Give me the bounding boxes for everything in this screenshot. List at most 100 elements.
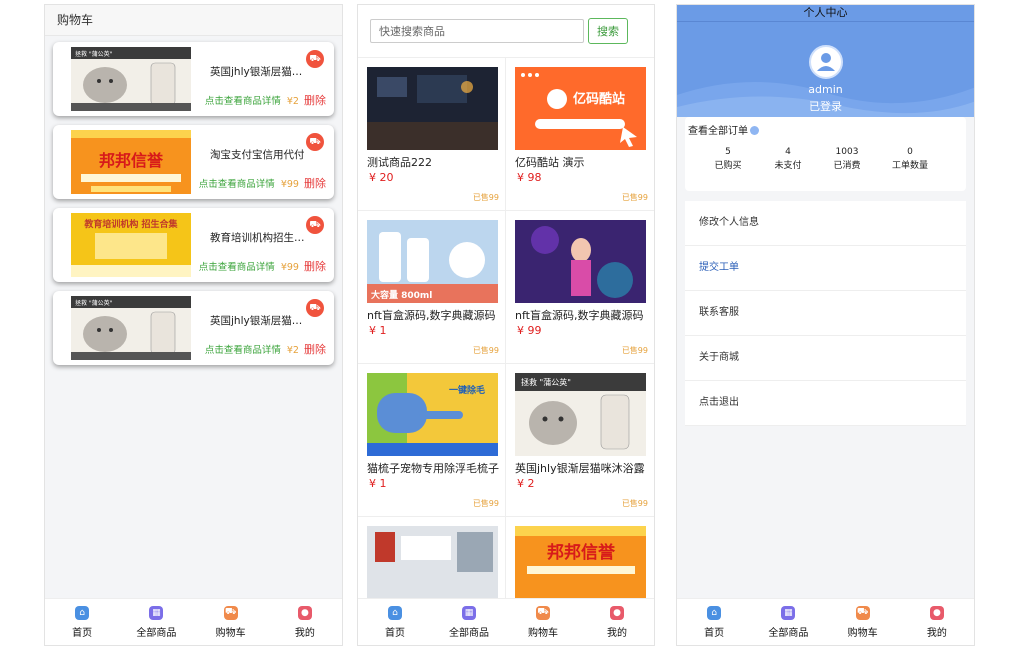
cart-item-image: 拯救 "蒲公英" xyxy=(71,296,191,360)
delete-button[interactable]: 删除 xyxy=(304,260,326,273)
image-text: 邦邦信誉 xyxy=(547,542,616,563)
product-card[interactable]: 拯救 "蒲公英" 英国jhly银渐层猫咪沐浴露 ¥ 2 已售99 xyxy=(506,364,654,517)
tab-products[interactable]: ▦ 全部商品 xyxy=(432,599,506,645)
view-all-orders-link[interactable]: 查看全部订单 xyxy=(688,122,759,137)
products-icon: ▦ xyxy=(462,605,476,620)
tab-label: 购物车 xyxy=(847,627,878,639)
username: admin xyxy=(808,83,843,96)
tab-label: 购物车 xyxy=(528,627,558,639)
profile-header: 个人中心 admin 已登录 xyxy=(677,5,974,117)
cart-item-price: ¥99 xyxy=(280,179,299,190)
menu-logout[interactable]: 点击退出 xyxy=(685,381,966,426)
delete-button[interactable]: 删除 xyxy=(304,177,326,190)
product-price: ¥ 1 xyxy=(369,477,387,490)
product-image: 大容量 800ml xyxy=(367,220,498,303)
product-card[interactable]: nft盲盒源码,数字典藏源码 ¥ 99 已售99 xyxy=(506,211,654,364)
cart-item[interactable]: 邦邦信誉 淘宝支付宝信用代付 ⛟ 点击查看商品详情 ¥99 删除 xyxy=(53,125,334,199)
stat-spent[interactable]: 1003 已消费 xyxy=(822,145,872,173)
tab-label: 全部商品 xyxy=(136,627,177,639)
user-icon: ● xyxy=(610,605,624,620)
tab-cart[interactable]: ⛟ 购物车 xyxy=(506,599,580,645)
search-button[interactable]: 搜索 xyxy=(588,18,628,44)
image-text: 拯救 "蒲公英" xyxy=(75,50,113,58)
tab-mine[interactable]: ● 我的 xyxy=(580,599,654,645)
product-grid: 测试商品222 ¥ 20 已售99 亿码酷站 亿码酷站 演示 ¥ 98 已售99 xyxy=(358,58,654,645)
stat-value: 0 xyxy=(907,147,913,157)
tab-mine[interactable]: ● 我的 xyxy=(268,599,342,645)
cart-icon[interactable]: ⛟ xyxy=(306,216,324,234)
product-price: ¥ 99 xyxy=(517,324,542,337)
product-card[interactable]: 大容量 800ml nft盲盒源码,数字典藏源码 ¥ 1 已售99 xyxy=(358,211,506,364)
cart-item-name: 淘宝支付宝信用代付 xyxy=(210,149,305,161)
tab-label: 首页 xyxy=(72,627,93,639)
image-text: 拯救 "蒲公英" xyxy=(521,377,571,387)
menu-edit-profile[interactable]: 修改个人信息 xyxy=(685,201,966,246)
cart-item-name: 英国jhly银渐层猫咪沐浴露 xyxy=(210,66,306,78)
cart-icon[interactable]: ⛟ xyxy=(306,299,324,317)
cart-item[interactable]: 教育培训机构 招生合集 教育培训机构招生合集 ⛟ 点击查看商品详情 ¥99 删除 xyxy=(53,208,334,282)
cart-item-price: ¥2 xyxy=(286,96,299,107)
tab-home[interactable]: ⌂ 首页 xyxy=(358,599,432,645)
menu-submit-ticket[interactable]: 提交工单 xyxy=(685,246,966,291)
view-detail-link[interactable]: 点击查看商品详情 xyxy=(199,179,275,190)
sold-count: 已售99 xyxy=(472,346,499,355)
cart-icon: ⛟ xyxy=(855,605,870,620)
tab-home[interactable]: ⌂ 首页 xyxy=(45,599,119,645)
product-name: 测试商品222 xyxy=(367,156,432,169)
sold-count: 已售99 xyxy=(472,193,499,202)
cart-icon[interactable]: ⛟ xyxy=(306,133,324,151)
tab-bar: ⌂ 首页 ▦ 全部商品 ⛟ 购物车 ● 我的 xyxy=(677,598,974,645)
cart-icon: ⛟ xyxy=(223,605,238,620)
product-card[interactable]: 一键除毛 猫梳子宠物专用除浮毛梳子 ¥ 1 已售99 xyxy=(358,364,506,517)
login-status: 已登录 xyxy=(809,100,842,113)
cart-item-price: ¥99 xyxy=(280,262,299,273)
cart-item[interactable]: 拯救 "蒲公英" 英国jhly银渐层猫咪沐浴露 ⛟ 点击查看商品详情 ¥2 删除 xyxy=(53,42,334,116)
avatar[interactable] xyxy=(809,45,843,79)
product-price: ¥ 98 xyxy=(517,171,542,184)
sold-count: 已售99 xyxy=(472,499,499,508)
menu-about[interactable]: 关于商城 xyxy=(685,336,966,381)
tab-cart[interactable]: ⛟ 购物车 xyxy=(826,599,900,645)
stat-value: 5 xyxy=(725,147,731,157)
tab-home[interactable]: ⌂ 首页 xyxy=(677,599,751,645)
tab-products[interactable]: ▦ 全部商品 xyxy=(751,599,825,645)
home-icon: ⌂ xyxy=(707,605,722,620)
search-bar: 搜索 xyxy=(358,5,654,58)
cart-list: 拯救 "蒲公英" 英国jhly银渐层猫咪沐浴露 ⛟ 点击查看商品详情 ¥2 删除… xyxy=(45,36,342,380)
product-card[interactable]: 亿码酷站 亿码酷站 演示 ¥ 98 已售99 xyxy=(506,58,654,211)
cart-icon[interactable]: ⛟ xyxy=(306,50,324,68)
stat-unpaid[interactable]: 4 未支付 xyxy=(763,145,813,173)
stat-tickets[interactable]: 0 工单数量 xyxy=(885,145,935,173)
view-detail-link[interactable]: 点击查看商品详情 xyxy=(205,96,281,107)
product-image: 拯救 "蒲公英" xyxy=(515,373,646,456)
delete-button[interactable]: 删除 xyxy=(304,343,326,356)
orders-link-label: 查看全部订单 xyxy=(688,126,748,137)
cart-item-image: 邦邦信誉 xyxy=(71,130,191,194)
tab-products[interactable]: ▦ 全部商品 xyxy=(119,599,193,645)
image-text: 邦邦信誉 xyxy=(99,151,164,170)
tab-mine[interactable]: ● 我的 xyxy=(900,599,974,645)
search-input[interactable] xyxy=(370,19,584,43)
cart-item[interactable]: 拯救 "蒲公英" 英国jhly银渐层猫咪沐浴露 ⛟ 点击查看商品详情 ¥2 删除 xyxy=(53,291,334,365)
tab-bar: ⌂ 首页 ▦ 全部商品 ⛟ 购物车 ● 我的 xyxy=(45,598,342,645)
view-detail-link[interactable]: 点击查看商品详情 xyxy=(205,345,281,356)
menu-contact-service[interactable]: 联系客服 xyxy=(685,291,966,336)
stat-value: 1003 xyxy=(835,147,859,157)
view-detail-link[interactable]: 点击查看商品详情 xyxy=(199,262,275,273)
cart-item-name: 英国jhly银渐层猫咪沐浴露 xyxy=(210,315,306,327)
delete-button[interactable]: 删除 xyxy=(304,94,326,107)
product-name: nft盲盒源码,数字典藏源码 xyxy=(515,309,644,322)
tab-label: 首页 xyxy=(385,627,405,639)
tab-label: 我的 xyxy=(607,627,627,639)
sold-count: 已售99 xyxy=(621,193,648,202)
product-image xyxy=(367,526,498,609)
cart-icon: ⛟ xyxy=(536,605,550,620)
profile-screen: 个人中心 admin 已登录 查看全部订单 5 已购买 4 未支付 1003 已消费 … xyxy=(676,4,975,646)
stat-purchased[interactable]: 5 已购买 xyxy=(703,145,753,173)
product-card[interactable]: 测试商品222 ¥ 20 已售99 xyxy=(358,58,506,211)
image-text: 教育培训机构 招生合集 xyxy=(83,218,178,230)
tab-cart[interactable]: ⛟ 购物车 xyxy=(194,599,268,645)
cart-screen: 购物车 拯救 "蒲公英" 英国jhly银渐层猫咪沐浴露 ⛟ 点击查看商品详情 ¥… xyxy=(44,4,343,646)
user-icon: ● xyxy=(297,605,312,620)
cart-item-price: ¥2 xyxy=(286,345,299,356)
